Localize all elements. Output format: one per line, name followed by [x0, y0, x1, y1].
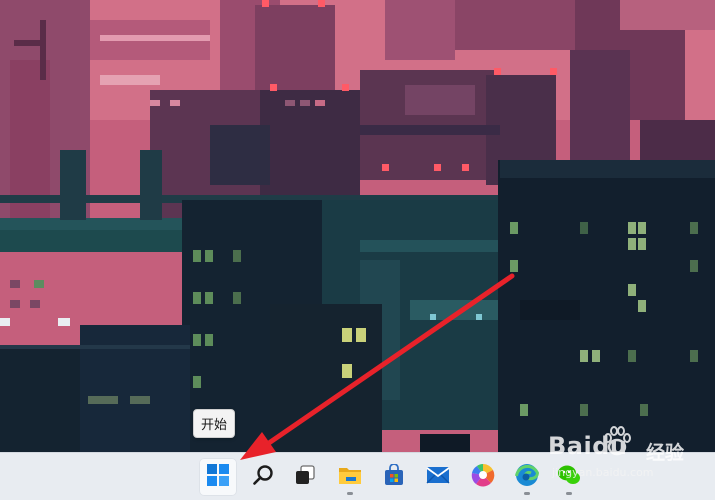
mail-icon: [426, 465, 450, 489]
edge-button[interactable]: [508, 458, 546, 496]
task-view-button[interactable]: [286, 458, 324, 496]
start-button[interactable]: [199, 458, 237, 496]
running-indicator: [566, 492, 572, 495]
running-indicator: [347, 492, 353, 495]
chat-bubble-icon: [557, 464, 581, 490]
photos-pinwheel-icon: [471, 463, 495, 491]
mail-button[interactable]: [419, 458, 457, 496]
wechat-button[interactable]: [550, 458, 588, 496]
search-icon: [252, 464, 274, 490]
store-button[interactable]: [375, 458, 413, 496]
start-tooltip: 开始: [193, 409, 235, 438]
folder-icon: [338, 464, 362, 490]
task-view-icon: [294, 464, 316, 490]
desktop-wallpaper: [0, 0, 715, 452]
photos-button[interactable]: [464, 458, 502, 496]
running-indicator: [524, 492, 530, 495]
taskbar: [0, 452, 715, 500]
file-explorer-button[interactable]: [331, 458, 369, 496]
search-button[interactable]: [244, 458, 282, 496]
desktop-screen: 开始 Baidu 经验 jingyan.baidu.com: [0, 0, 715, 500]
edge-browser-icon: [515, 463, 540, 491]
windows-logo-icon: [207, 464, 229, 490]
store-bag-icon: [383, 463, 405, 490]
